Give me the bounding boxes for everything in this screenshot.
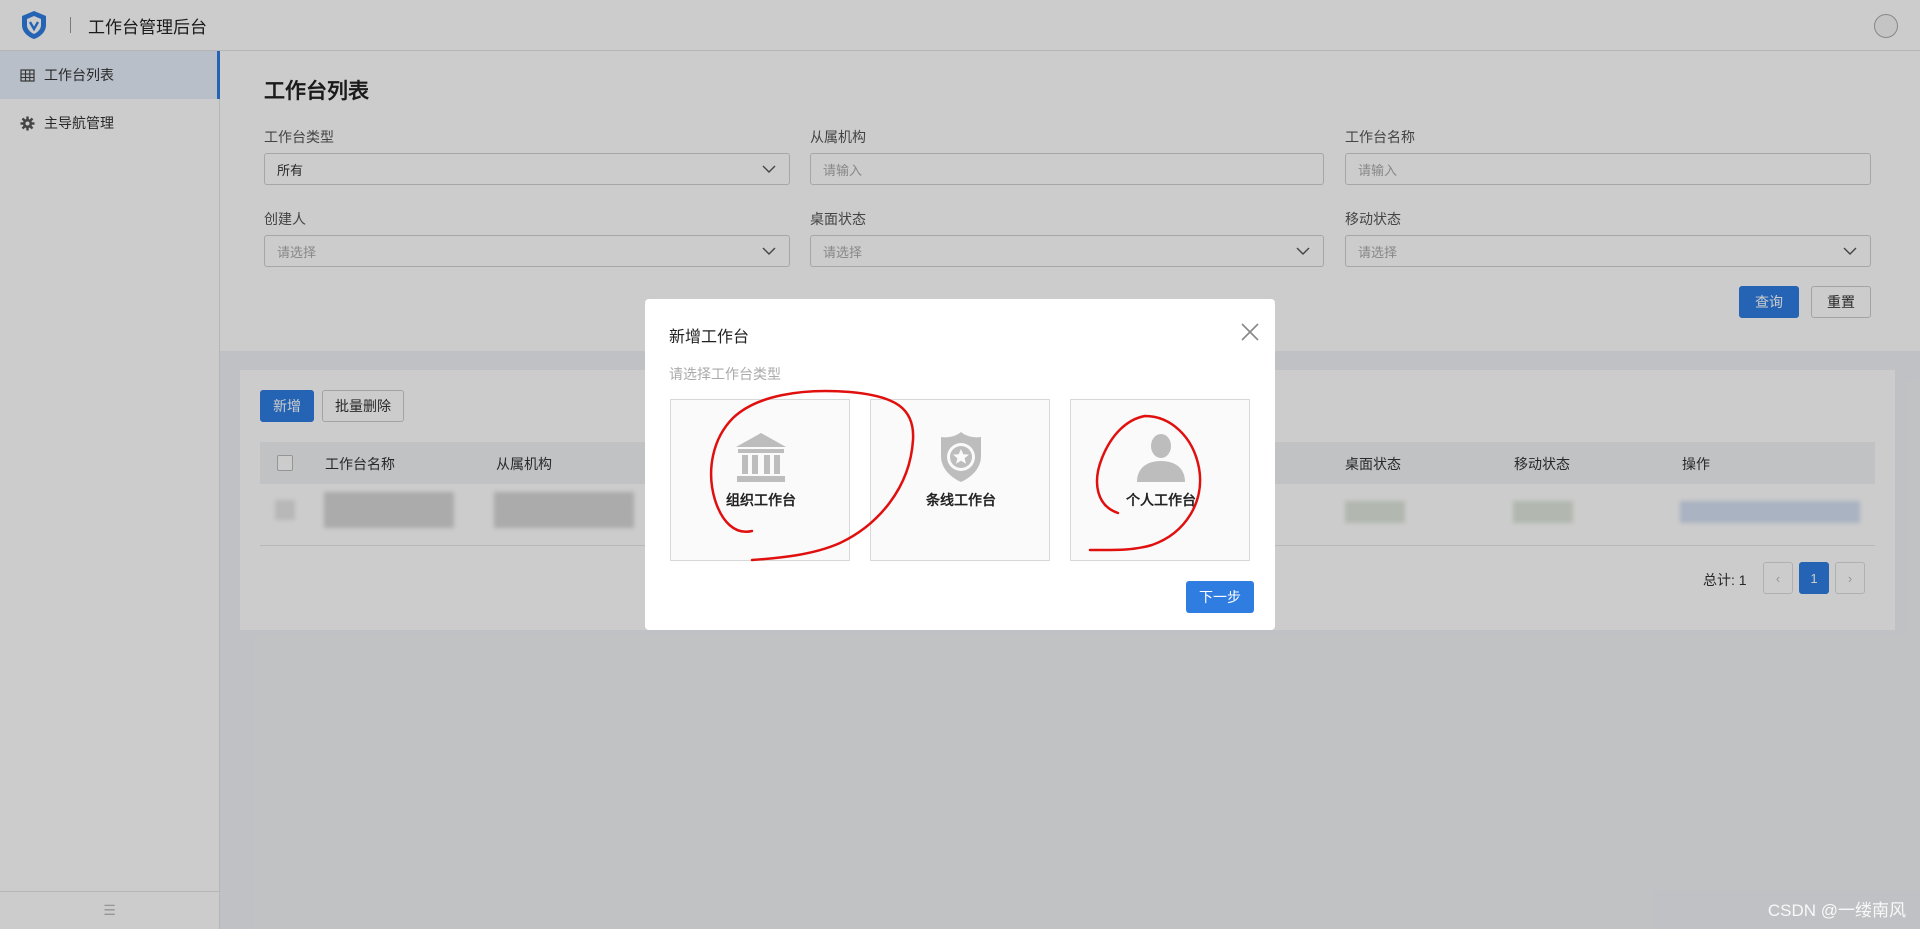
badge-icon <box>941 432 981 482</box>
close-icon[interactable] <box>1239 321 1261 343</box>
person-icon <box>1137 434 1185 482</box>
dialog-title: 新增工作台 <box>669 329 750 346</box>
dialog-subtitle: 请选择工作台类型 <box>669 366 781 382</box>
next-step-button[interactable]: 下一步 <box>1186 581 1254 613</box>
option-label: 个人工作台 <box>1126 492 1196 508</box>
option-line-workbench[interactable]: 条线工作台 <box>870 399 1050 561</box>
option-org-workbench[interactable]: 组织工作台 <box>670 399 850 561</box>
bank-icon <box>736 433 786 482</box>
watermark: CSDN @一缕南风 <box>1767 901 1906 920</box>
option-label: 条线工作台 <box>926 492 996 508</box>
option-personal-workbench[interactable]: 个人工作台 <box>1070 399 1250 561</box>
option-label: 组织工作台 <box>726 492 796 508</box>
add-workbench-dialog: 新增工作台 请选择工作台类型 组织工作台 条线工作台 个人工作台 下一步 <box>645 299 1275 630</box>
